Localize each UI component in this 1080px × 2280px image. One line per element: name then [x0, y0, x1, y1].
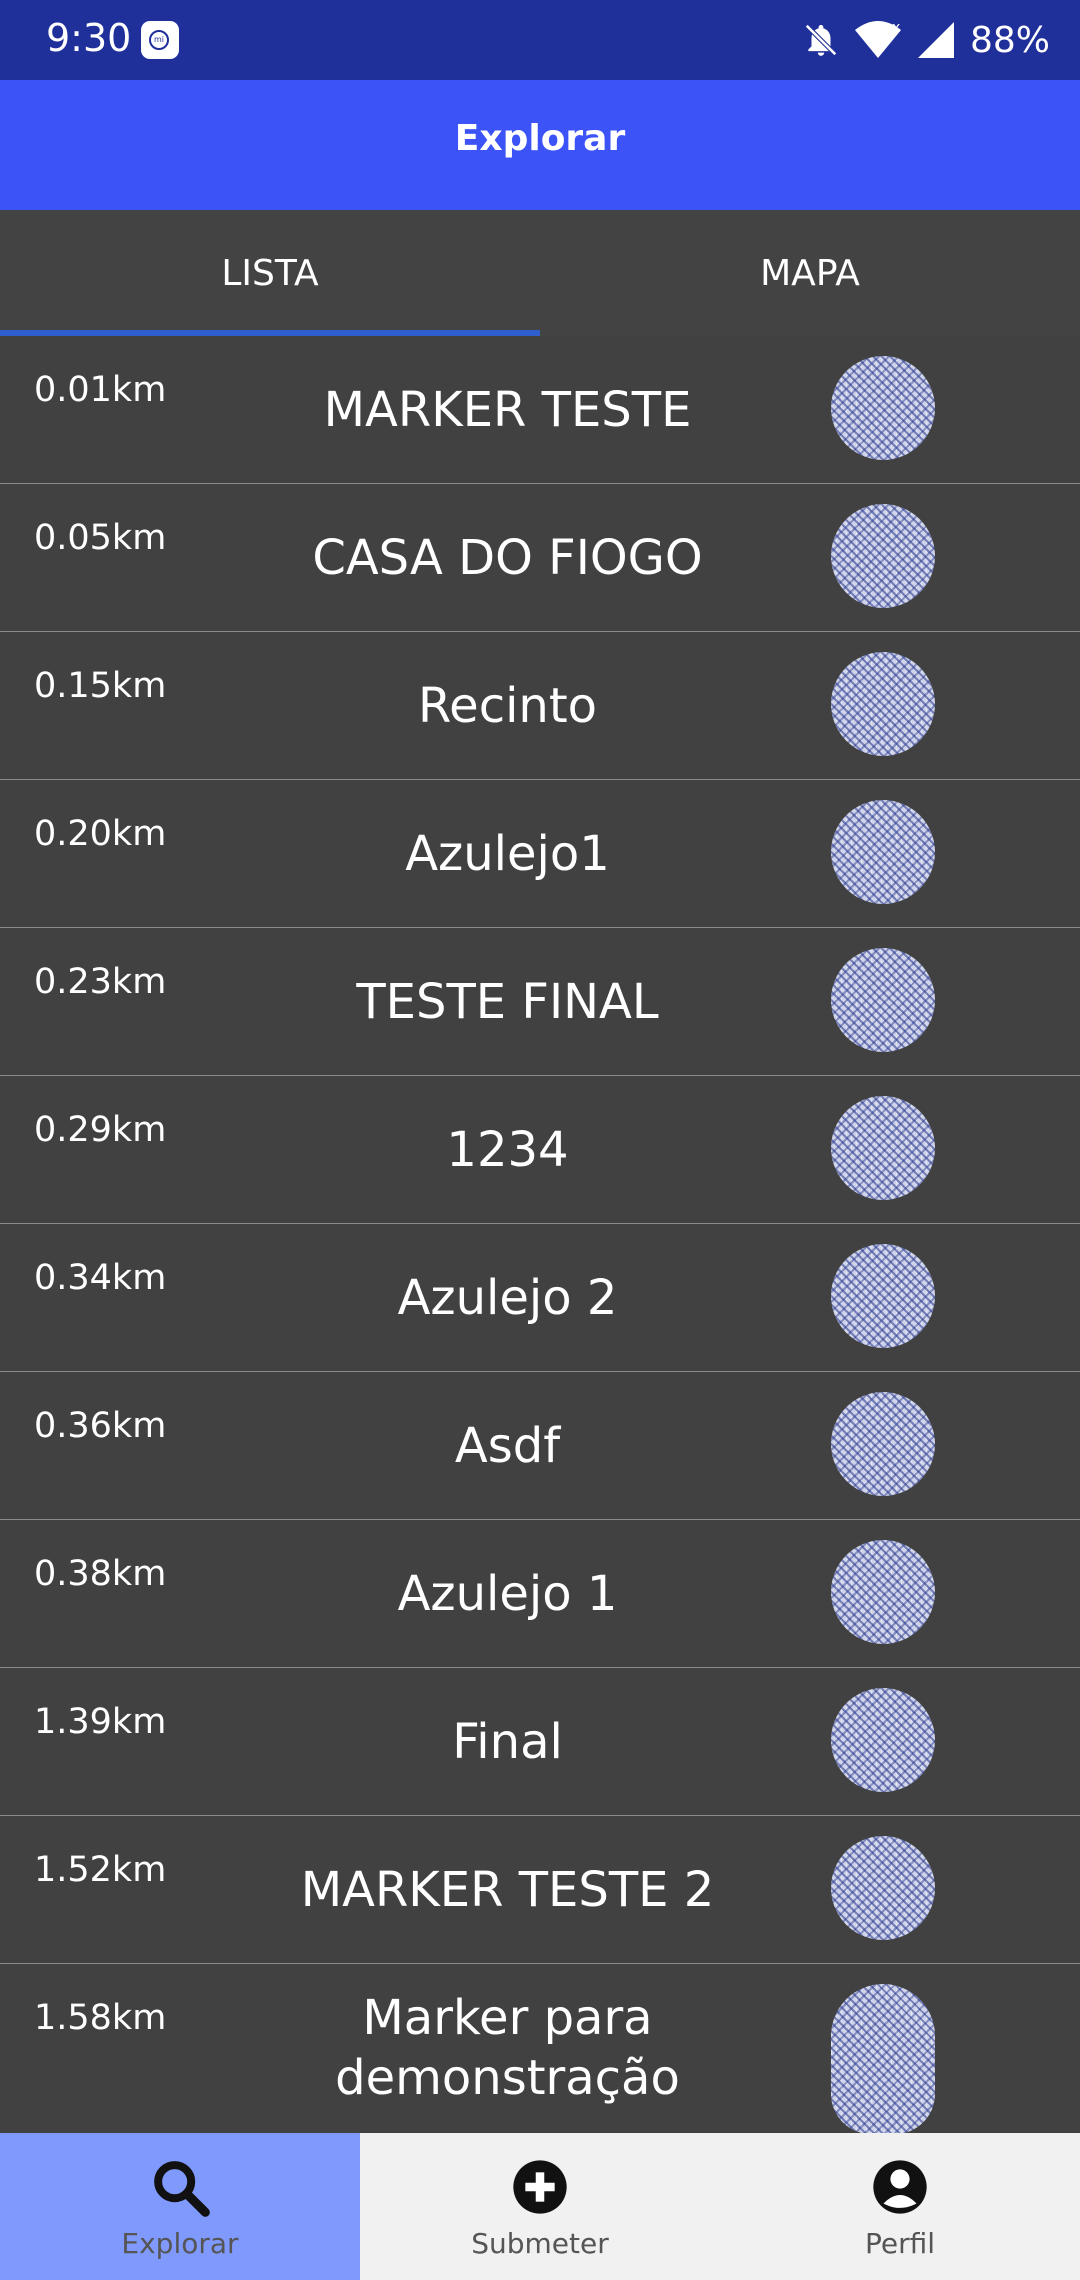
item-distance: 0.29km: [34, 1110, 167, 1150]
item-thumbnail: [831, 1540, 935, 1644]
item-distance: 0.23km: [34, 962, 167, 1002]
tab-lista[interactable]: LISTA: [0, 210, 540, 336]
item-thumbnail: [831, 1392, 935, 1496]
list-item[interactable]: 0.01km MARKER TESTE: [0, 336, 1080, 484]
item-thumbnail: [831, 1688, 935, 1792]
item-name: Azulejo 2: [397, 1270, 618, 1326]
status-icons: x 88%: [802, 18, 1050, 62]
item-thumbnail: [831, 356, 935, 460]
status-bar: 9:30 x 88%: [0, 0, 1080, 80]
item-distance: 0.15km: [34, 666, 167, 706]
list-item[interactable]: 1.39km Final: [0, 1668, 1080, 1816]
wifi-icon: x: [854, 20, 901, 58]
list-item[interactable]: 0.36km Asdf: [0, 1372, 1080, 1520]
battery-level: 88%: [969, 19, 1050, 61]
list-item[interactable]: 0.15km Recinto: [0, 632, 1080, 780]
nav-perfil[interactable]: Perfil: [720, 2133, 1080, 2280]
item-thumbnail: [831, 1096, 935, 1200]
list-item[interactable]: 0.20km Azulejo1: [0, 780, 1080, 928]
item-distance: 1.52km: [34, 1850, 167, 1890]
nav-label: Explorar: [121, 2227, 239, 2260]
nav-explorar[interactable]: Explorar: [0, 2133, 360, 2280]
item-distance: 0.34km: [34, 1258, 167, 1298]
app-bar: Explorar: [0, 80, 1080, 210]
nav-submeter[interactable]: Submeter: [360, 2133, 720, 2280]
svg-text:x: x: [892, 20, 900, 36]
mi-notification-icon: [141, 21, 179, 59]
item-distance: 0.20km: [34, 814, 167, 854]
add-circle-icon: [513, 2160, 567, 2214]
list-item[interactable]: 0.38km Azulejo 1: [0, 1520, 1080, 1668]
item-thumbnail: [831, 800, 935, 904]
places-list: 0.01km MARKER TESTE 0.05km CASA DO FIOGO…: [0, 336, 1080, 2134]
item-name: Asdf: [454, 1418, 561, 1474]
item-distance: 1.39km: [34, 1702, 167, 1742]
item-name: MARKER TESTE: [323, 382, 692, 438]
list-item[interactable]: 0.29km 1234: [0, 1076, 1080, 1224]
bell-off-icon: [805, 24, 837, 56]
list-item[interactable]: 0.05km CASA DO FIOGO: [0, 484, 1080, 632]
list-item[interactable]: 0.34km Azulejo 2: [0, 1224, 1080, 1372]
page-title: Explorar: [454, 118, 626, 159]
item-thumbnail: [831, 652, 935, 756]
item-name: Marker para demonstração: [335, 1990, 680, 2106]
item-name: 1234: [446, 1122, 569, 1178]
item-name: Final: [452, 1714, 563, 1770]
item-distance: 0.05km: [34, 518, 167, 558]
cellular-signal-icon: [917, 22, 954, 58]
item-thumbnail: [831, 948, 935, 1052]
list-item[interactable]: 1.58km Marker para demonstração: [0, 1964, 1080, 2134]
item-thumbnail: [831, 1244, 935, 1348]
tab-mapa[interactable]: MAPA: [540, 210, 1080, 336]
item-thumbnail: [831, 504, 935, 608]
account-circle-icon: [873, 2160, 927, 2214]
item-thumbnail: [831, 1984, 935, 2134]
item-name: Azulejo1: [405, 826, 610, 882]
item-name: Azulejo 1: [397, 1566, 618, 1622]
item-name: TESTE FINAL: [356, 974, 659, 1030]
status-time: 9:30: [46, 16, 132, 60]
item-name: MARKER TESTE 2: [300, 1862, 715, 1918]
item-distance: 0.36km: [34, 1406, 167, 1446]
item-name: CASA DO FIOGO: [312, 530, 703, 586]
item-distance: 0.01km: [34, 370, 167, 410]
item-thumbnail: [831, 1836, 935, 1940]
list-item[interactable]: 0.23km TESTE FINAL: [0, 928, 1080, 1076]
bottom-navigation: Explorar Submeter Perfil: [0, 2133, 1080, 2280]
search-icon: [154, 2161, 210, 2217]
item-distance: 1.58km: [34, 1998, 167, 2038]
list-item[interactable]: 1.52km MARKER TESTE 2: [0, 1816, 1080, 1964]
nav-label: Perfil: [864, 2227, 936, 2260]
item-distance: 0.38km: [34, 1554, 167, 1594]
tab-bar: LISTA MAPA: [0, 210, 1080, 336]
nav-label: Submeter: [471, 2227, 609, 2260]
item-name: Recinto: [417, 678, 598, 734]
